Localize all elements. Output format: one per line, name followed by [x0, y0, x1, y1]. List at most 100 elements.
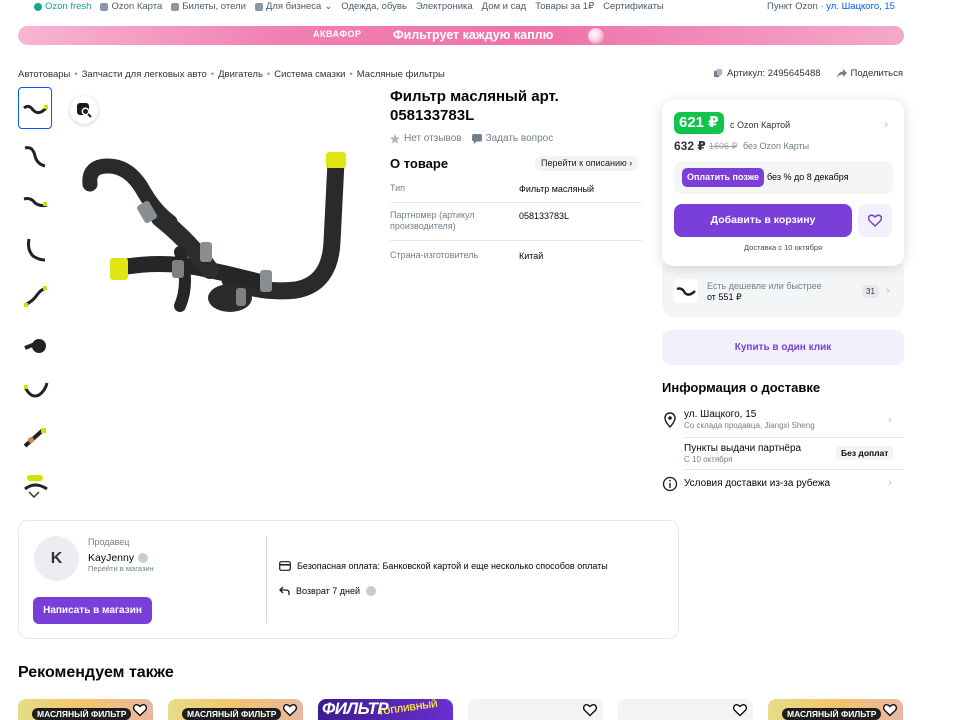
breadcrumb-item[interactable]: Запчасти для легковых авто [82, 69, 207, 80]
hose-image [24, 146, 46, 168]
price-card: 621 ₽ с Ozon Картой › 632 ₽ 1606 ₽ без O… [662, 100, 904, 266]
seller-name: KayJenny [88, 552, 135, 564]
card-tag: МАСЛЯНЫЙ ФИЛЬТР [182, 708, 282, 720]
promo-banner[interactable]: АКВАФОР Фильтрует каждую каплю [18, 26, 904, 45]
nav-ozon-card[interactable]: Ozon Карта [100, 1, 162, 12]
recommended-card[interactable]: МАСЛЯНЫЙ ФИЛЬТР [768, 699, 903, 720]
nav-clothes[interactable]: Одежда, обувь [341, 1, 407, 12]
pay-later-text: без % до 8 декабря [767, 172, 849, 182]
regular-price-label: без Ozon Карты [743, 141, 810, 151]
thumbnail[interactable] [18, 135, 52, 177]
delivery-date: Доставка с 10 октября [743, 243, 823, 252]
safe-payment-row: Безопасная оплата: Банковской картой и е… [279, 561, 608, 571]
thumbnail[interactable] [18, 370, 52, 412]
copy-icon [714, 69, 723, 78]
nav-home-garden[interactable]: Дом и сад [482, 1, 527, 12]
nav-electronics[interactable]: Электроника [416, 1, 473, 12]
breadcrumb-item[interactable]: Система смазки [274, 69, 345, 80]
nav-ozon-fresh[interactable]: Ozon fresh [34, 1, 91, 12]
product-image[interactable] [60, 92, 370, 372]
buy-one-click-button[interactable]: Купить в один клик [662, 330, 904, 365]
fresh-icon [34, 2, 42, 11]
plane-icon [171, 2, 180, 11]
recommended-card[interactable]: МАСЛЯНЫЙ ФИЛЬТР [18, 699, 153, 720]
thumbnail[interactable] [18, 276, 52, 318]
abroad-delivery-row[interactable]: Условия доставки из-за рубежа › [662, 476, 904, 496]
heart-icon[interactable] [283, 703, 297, 717]
thumbnail[interactable] [18, 417, 52, 459]
offers-count: 31 [862, 285, 879, 298]
heart-icon[interactable] [733, 703, 747, 717]
seller-avatar[interactable]: K [34, 536, 79, 581]
ozon-card-price[interactable]: 621 ₽ [674, 112, 724, 134]
reviews-link[interactable]: Нет отзывов [390, 133, 462, 144]
seller-label: Продавец [88, 537, 130, 547]
recommended-card[interactable]: МАСЛЯНЫЙ ФИЛЬТР [168, 699, 303, 720]
write-to-shop-button[interactable]: Написать в магазин [33, 597, 152, 624]
chevron-right-icon[interactable]: › [884, 117, 888, 131]
recommended-heading: Рекомендуем также [18, 664, 174, 681]
go-to-shop-link[interactable]: Перейти в магазин [88, 564, 154, 573]
heart-icon[interactable] [883, 703, 897, 717]
card-icon [100, 2, 109, 11]
briefcase-icon [254, 2, 263, 11]
spec-row: Партномер (артикул производителя) 058133… [390, 208, 642, 241]
breadcrumb-item[interactable]: Двигатель [218, 69, 263, 80]
cheaper-offers[interactable]: Есть дешевле или быстрее от 551 ₽ 31 › [662, 264, 904, 317]
search-image-icon [77, 103, 92, 118]
delivery-heading: Информация о доставке [662, 380, 821, 395]
spec-key: Партномер (артикул производителя) [390, 210, 475, 231]
article-number: Артикул: 2495645488 [727, 68, 821, 79]
heart-icon[interactable] [133, 703, 147, 717]
hose-image [24, 286, 48, 307]
nav-business[interactable]: Для бизнеса ⌄ [254, 1, 333, 12]
seller-name-row[interactable]: KayJenny [88, 552, 149, 564]
nav-one-ruble[interactable]: Товары за 1₽ [535, 1, 594, 12]
ask-question-link[interactable]: Задать вопрос [471, 133, 553, 144]
chevron-down-icon[interactable] [27, 489, 43, 503]
breadcrumb-item[interactable]: Автотовары [18, 69, 70, 80]
thumbnail[interactable] [18, 182, 52, 224]
recommended-card[interactable] [618, 699, 753, 720]
partner-date: С 10 октября [684, 455, 733, 464]
breadcrumb-item[interactable]: Масляные фильтры [357, 69, 445, 80]
nav-certificates[interactable]: Сертификаты [603, 1, 664, 12]
delivery-warehouse: Со склада продавца, Jiangxi Sheng [684, 421, 815, 430]
chevron-down-icon: ⌄ [324, 1, 333, 12]
spec-key: Тип [390, 183, 406, 193]
spec-value: Китай [519, 251, 544, 261]
water-drop-icon [588, 28, 604, 44]
hose-image [23, 104, 48, 115]
recommended-card[interactable]: ФИЛЬТР ТОПЛИВНЫЙ [318, 699, 453, 720]
hose-image [23, 428, 46, 448]
pay-later-button[interactable]: Оплатить позже [682, 168, 764, 187]
chevron-right-icon: › [888, 414, 892, 426]
regular-price: 632 ₽ [674, 139, 706, 153]
delivery-address-row[interactable]: ул. Шацкого, 15 Со склада продавца, Jian… [662, 408, 904, 438]
info-icon[interactable] [366, 586, 377, 596]
product-title: Фильтр масляный арт. 058133783L [390, 88, 559, 124]
add-to-cart-button[interactable]: Добавить в корзину [674, 204, 852, 237]
nav-tickets[interactable]: Билеты, отели [171, 1, 246, 12]
thumbnail[interactable] [18, 323, 52, 365]
returns-row: Возврат 7 дней [279, 586, 377, 596]
card-tag: МАСЛЯНЫЙ ФИЛЬТР [782, 708, 882, 720]
offer-thumbnail [674, 279, 698, 303]
divider [266, 536, 267, 623]
thumbnail[interactable] [18, 229, 52, 271]
zoom-button[interactable] [70, 96, 98, 124]
pickup-point[interactable]: Пункт Ozon · ул. Шацкого, 15 [767, 1, 895, 12]
star-icon [390, 133, 400, 143]
product-meta: Нет отзывов Задать вопрос [390, 133, 553, 144]
old-price: 1606 ₽ [709, 141, 738, 151]
favorite-button[interactable] [858, 204, 892, 237]
pay-later-box: Оплатить позже без % до 8 декабря [674, 161, 893, 194]
share-button[interactable]: Поделиться [836, 68, 903, 79]
go-to-description-button[interactable]: Перейти к описанию › [535, 156, 639, 171]
heart-icon[interactable] [583, 703, 597, 717]
info-icon[interactable] [138, 553, 149, 563]
article-copy[interactable]: Артикул: 2495645488 [714, 68, 821, 79]
thumbnail[interactable] [18, 87, 52, 129]
spec-value: 058133783L [519, 211, 570, 221]
recommended-card[interactable] [468, 699, 603, 720]
